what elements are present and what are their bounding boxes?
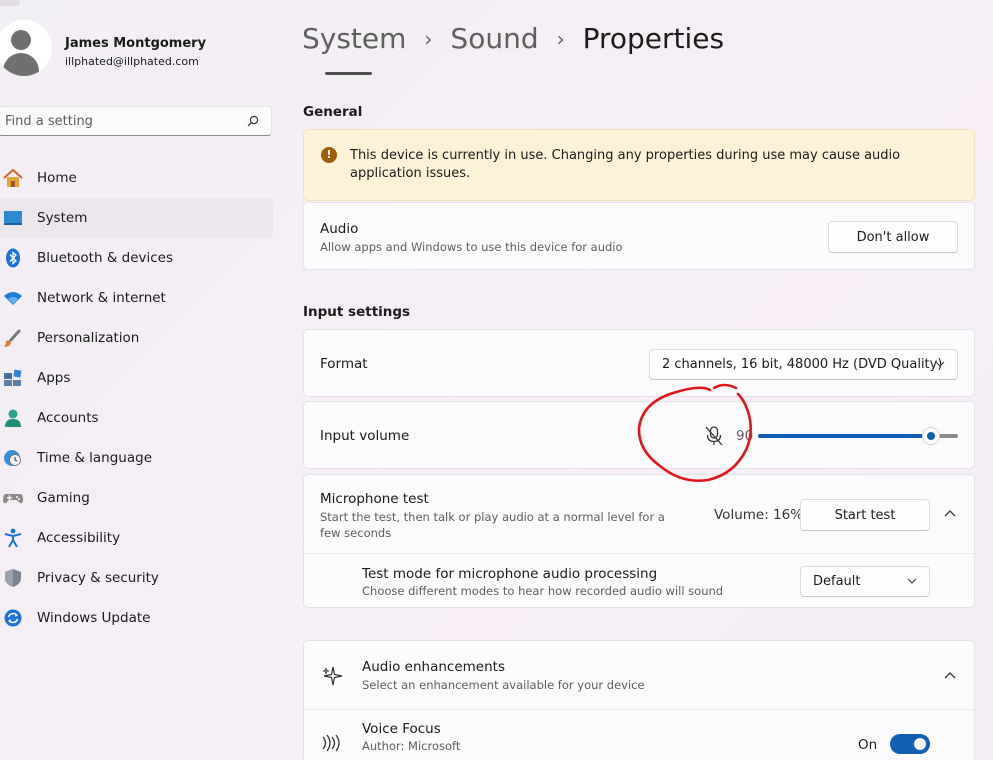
- sidebar-item-apps[interactable]: Apps: [0, 358, 273, 398]
- avatar-head: [11, 30, 31, 50]
- sidebar-item-label: Time & language: [37, 450, 153, 466]
- input-volume-label: Input volume: [320, 428, 410, 444]
- gamepad-icon: [3, 494, 23, 504]
- microphone-test-card: Microphone test Start the test, then tal…: [303, 474, 975, 608]
- microphone-test-description: Start the test, then talk or play audio …: [320, 510, 665, 540]
- toggle-knob: [914, 738, 926, 750]
- format-card: Format 2 channels, 16 bit, 48000 Hz (DVD…: [303, 329, 975, 397]
- nav-list: Home System Bluetooth & devices Network …: [0, 158, 273, 638]
- start-test-button[interactable]: Start test: [800, 499, 930, 531]
- window-edge: [0, 0, 20, 6]
- format-value: 2 channels, 16 bit, 48000 Hz (DVD Qualit…: [662, 357, 943, 372]
- warning-banner: ! This device is currently in use. Chang…: [303, 129, 975, 201]
- avatar-body: [3, 53, 39, 76]
- shield-icon: [5, 569, 21, 587]
- home-icon: [3, 168, 23, 187]
- sidebar-item-network[interactable]: Network & internet: [0, 278, 273, 318]
- mic-off-icon[interactable]: [704, 425, 724, 447]
- sidebar-item-label: Personalization: [37, 330, 140, 346]
- sidebar-item-label: System: [37, 210, 88, 226]
- input-volume-slider-thumb[interactable]: [922, 427, 940, 445]
- divider: [304, 709, 974, 710]
- sidebar-item-privacy[interactable]: Privacy & security: [0, 558, 273, 598]
- sidebar-item-system[interactable]: System: [0, 198, 273, 238]
- sidebar-item-label: Privacy & security: [37, 570, 159, 586]
- breadcrumb-sound[interactable]: Sound: [450, 22, 538, 55]
- breadcrumb-separator: ›: [424, 26, 433, 51]
- sidebar-item-bluetooth[interactable]: Bluetooth & devices: [0, 238, 273, 278]
- sidebar-item-label: Apps: [37, 370, 71, 386]
- divider: [304, 553, 974, 554]
- avatar[interactable]: [0, 20, 52, 76]
- audio-enhancements-description: Select an enhancement available for your…: [362, 678, 645, 692]
- voice-focus-author: Author: Microsoft: [362, 739, 461, 753]
- format-label: Format: [320, 356, 368, 372]
- sidebar-item-label: Gaming: [37, 490, 90, 506]
- input-volume-slider-fill[interactable]: [758, 434, 931, 438]
- sidebar-item-label: Windows Update: [37, 610, 151, 626]
- section-general-title: General: [303, 104, 363, 120]
- page-title: Properties: [582, 22, 725, 55]
- chevron-up-icon[interactable]: [944, 509, 956, 517]
- test-mode-label: Test mode for microphone audio processin…: [362, 566, 658, 582]
- sidebar-item-accessibility[interactable]: Accessibility: [0, 518, 273, 558]
- test-mode-description: Choose different modes to hear how recor…: [362, 584, 724, 598]
- sidebar-item-label: Bluetooth & devices: [37, 250, 174, 266]
- breadcrumb: System › Sound › Properties: [302, 22, 724, 55]
- voice-focus-label: Voice Focus: [362, 721, 441, 737]
- chevron-down-icon: [935, 361, 945, 367]
- wifi-icon: [4, 292, 22, 305]
- sidebar-item-gaming[interactable]: Gaming: [0, 478, 273, 518]
- bluetooth-icon: [6, 248, 20, 268]
- update-icon: [4, 609, 22, 627]
- sidebar-item-label: Accounts: [37, 410, 99, 426]
- sidebar-item-label: Accessibility: [37, 530, 121, 546]
- apps-icon: [4, 369, 22, 386]
- voice-focus-state: On: [858, 737, 878, 753]
- accessibility-icon: [4, 528, 22, 548]
- accounts-icon: [5, 409, 21, 427]
- warning-text: This device is currently in use. Changin…: [350, 148, 901, 181]
- sidebar-item-personalization[interactable]: Personalization: [0, 318, 273, 358]
- search-placeholder: Find a setting: [5, 114, 93, 129]
- globe-clock-icon: [4, 450, 21, 466]
- sidebar: James Montgomery illphated@illphated.com…: [0, 0, 290, 760]
- search-input[interactable]: Find a setting: [0, 106, 272, 136]
- scroll-indicator: [325, 72, 372, 75]
- breadcrumb-separator: ›: [556, 26, 565, 51]
- microphone-volume-readout: Volume: 16%: [714, 507, 804, 523]
- breadcrumb-system[interactable]: System: [302, 22, 406, 55]
- voice-focus-icon: [322, 734, 340, 752]
- sidebar-item-windows-update[interactable]: Windows Update: [0, 598, 273, 638]
- chevron-up-icon[interactable]: [944, 671, 956, 679]
- test-mode-dropdown[interactable]: Default: [800, 566, 930, 597]
- sidebar-item-home[interactable]: Home: [0, 158, 273, 198]
- user-name: James Montgomery: [65, 36, 207, 51]
- audio-label: Audio: [320, 221, 359, 237]
- brush-icon: [4, 328, 22, 347]
- audio-enhancements-card: Audio enhancements Select an enhancement…: [303, 640, 975, 760]
- input-volume-value: 90: [736, 428, 754, 444]
- sidebar-item-time-language[interactable]: Time & language: [0, 438, 273, 478]
- voice-focus-toggle[interactable]: [890, 734, 930, 754]
- audio-description: Allow apps and Windows to use this devic…: [320, 240, 623, 254]
- section-input-title: Input settings: [303, 304, 411, 320]
- chevron-down-icon: [907, 578, 917, 584]
- sidebar-item-accounts[interactable]: Accounts: [0, 398, 273, 438]
- sidebar-item-label: Network & internet: [37, 290, 166, 306]
- format-dropdown[interactable]: 2 channels, 16 bit, 48000 Hz (DVD Qualit…: [649, 349, 958, 380]
- warning-icon: !: [321, 147, 337, 163]
- search-icon[interactable]: [247, 115, 259, 127]
- audio-card: Audio Allow apps and Windows to use this…: [303, 202, 975, 270]
- system-icon: [4, 211, 22, 225]
- sidebar-item-label: Home: [37, 170, 77, 186]
- dont-allow-button[interactable]: Don't allow: [828, 221, 958, 253]
- audio-enhancements-label: Audio enhancements: [362, 659, 505, 675]
- sparkle-icon: [322, 666, 343, 686]
- test-mode-value: Default: [813, 574, 861, 589]
- user-email: illphated@illphated.com: [65, 55, 199, 68]
- microphone-test-label: Microphone test: [320, 491, 429, 507]
